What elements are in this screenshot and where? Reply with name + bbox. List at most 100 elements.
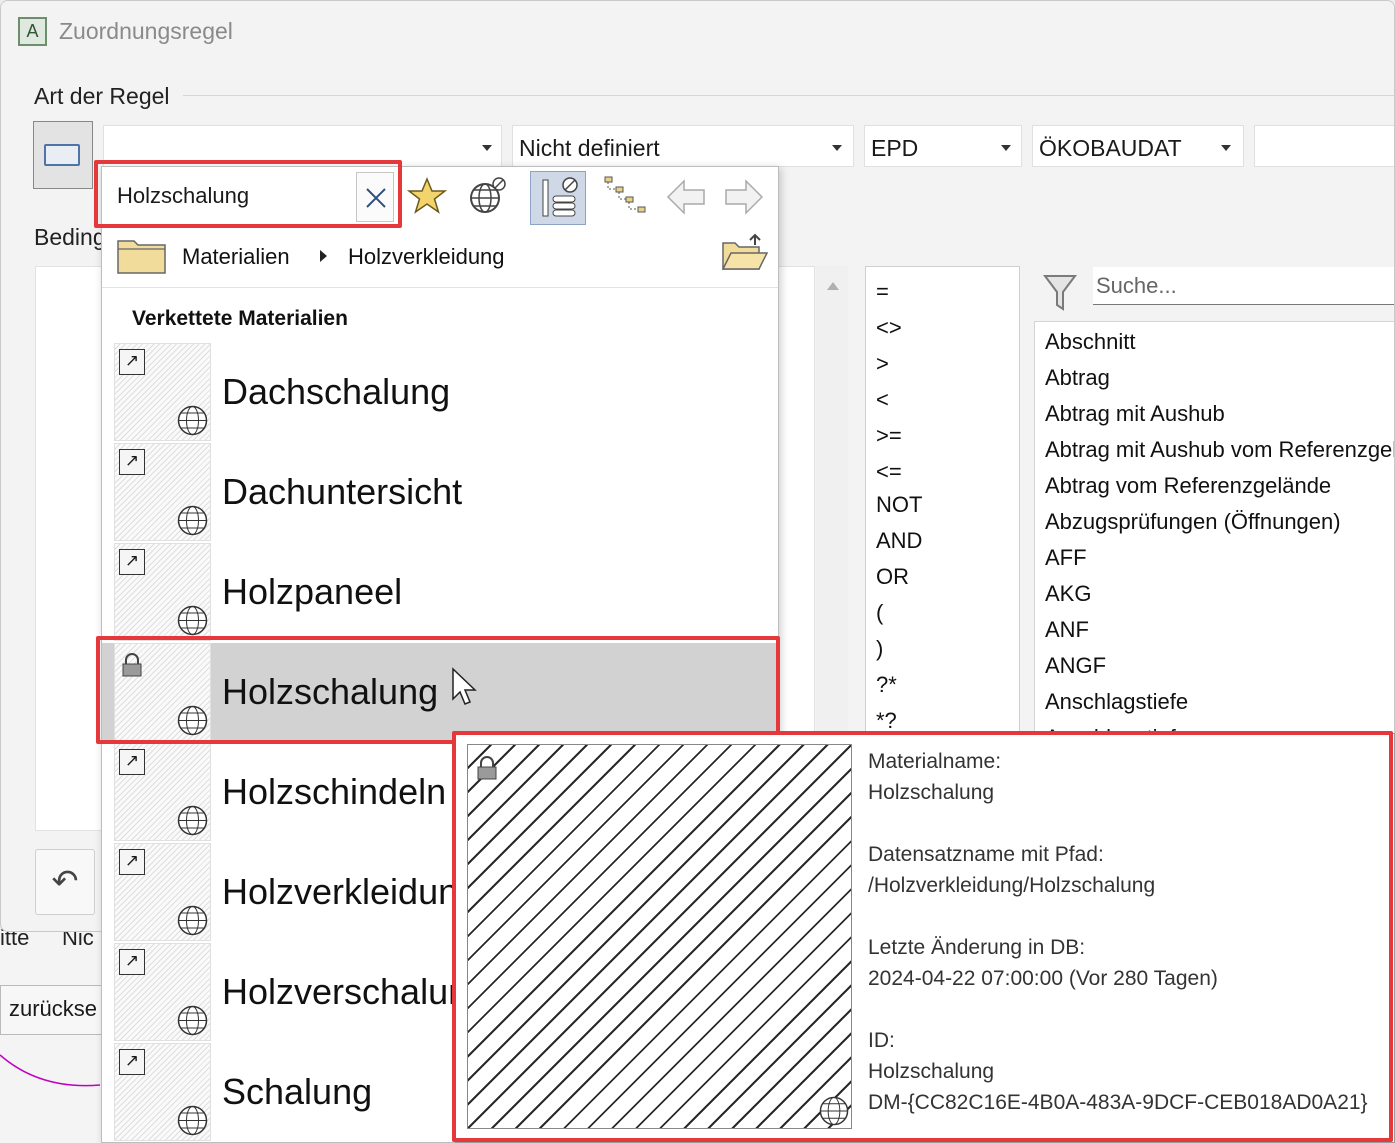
material-thumbnail: ↗ [114,743,211,841]
selection-highlight-frame [96,636,780,744]
material-name: Holzverkleidung [222,871,479,912]
attribute-item[interactable]: Abtrag [1045,365,1110,391]
attribute-search-input[interactable]: Suche... [1093,267,1394,305]
globe-icon [177,905,208,936]
conditions-group-label: Beding [34,224,106,250]
linked-materials-header: Verkettete Materialien [132,307,348,330]
link-shortcut-icon: ↗ [119,749,145,775]
operator-item[interactable]: ?* [876,672,897,698]
operator-item[interactable]: OR [876,564,909,590]
attribute-item[interactable]: Abtrag mit Aushub [1045,401,1225,427]
breadcrumb-wood-cladding[interactable]: Holzverkleidung [348,244,505,270]
globe-icon [177,1105,208,1136]
link-shortcut-icon: ↗ [119,949,145,975]
attribute-item[interactable]: ANGF [1045,653,1106,679]
material-name: Dachuntersicht [222,471,463,512]
link-shortcut-icon: ↗ [119,349,145,375]
title-bar: A Zuordnungsregel [1,1,1394,61]
operator-item[interactable]: < [876,387,889,413]
operator-item[interactable]: <= [876,459,902,485]
operator-item[interactable]: >= [876,423,902,449]
operator-item[interactable]: ( [876,600,883,626]
attribute-item[interactable]: ANF [1045,617,1089,643]
rule-type-button[interactable] [33,121,93,189]
chevron-down-icon [1221,145,1231,151]
operator-item[interactable]: <> [876,315,902,341]
operator-item[interactable]: ) [876,636,883,662]
rule-combo-4-value: ÖKOBAUDAT [1039,135,1182,161]
attribute-item[interactable]: Abzugsprüfungen (Öffnungen) [1045,509,1341,535]
material-name: Schalung [222,1071,373,1112]
material-name: Dachschalung [222,371,451,412]
filter-icon[interactable] [1043,273,1077,313]
attribute-item[interactable]: Anschlagstiefe [1045,689,1188,715]
material-name: Holzverschalung [222,971,489,1012]
tree-view-icon[interactable] [602,173,652,219]
link-shortcut-icon: ↗ [119,449,145,475]
app-icon: A [18,17,47,46]
rule-type-group-label: Art der Regel [34,83,170,109]
undo-button[interactable]: ↶ [35,849,95,915]
rule-combo-2-value: Nicht definiert [519,135,660,161]
link-shortcut-icon: ↗ [119,1049,145,1075]
rectangle-icon [44,144,80,166]
favorites-star-icon[interactable] [407,176,447,216]
database-filter-icon [542,177,578,217]
chevron-down-icon [832,145,842,151]
back-arrow-icon[interactable] [666,177,706,217]
globe-icon [177,805,208,836]
attribute-item[interactable]: AFF [1045,545,1087,571]
attribute-item[interactable]: Abtrag mit Aushub vom Referenzgelände [1045,437,1394,463]
chevron-down-icon [482,145,492,151]
folder-up-icon[interactable] [721,231,769,273]
material-name: Holzpaneel [222,571,403,612]
search-highlight-frame [94,160,402,228]
operator-item[interactable]: NOT [876,492,922,518]
background-reset-button[interactable]: zurückse [0,985,110,1035]
rule-combo-3-value: EPD [871,135,919,161]
link-shortcut-icon: ↗ [119,849,145,875]
rule-combo-3[interactable]: EPD [864,125,1022,167]
rule-combo-4[interactable]: ÖKOBAUDAT [1032,125,1244,167]
material-thumbnail: ↗ [114,343,211,441]
chevron-down-icon [1001,145,1011,151]
material-item-holzpaneel[interactable]: ↗ Holzpaneel [102,543,778,643]
breadcrumb-separator-icon [320,250,327,262]
material-thumbnail: ↗ [114,843,211,941]
material-item-dachschalung[interactable]: ↗ Dachschalung [102,343,778,443]
filter-database-toggle[interactable] [530,171,586,225]
globe-icon [177,605,208,636]
breadcrumb-materials[interactable]: Materialien [182,244,290,270]
operator-list: = <> > < >= <= NOT AND OR ( ) ?* *? [865,266,1020,736]
tooltip-highlight-frame [452,731,1393,1142]
forward-arrow-icon[interactable] [724,177,764,217]
operator-item[interactable]: AND [876,528,922,554]
globe-icon [177,1005,208,1036]
attribute-item[interactable]: AKG [1045,581,1091,607]
link-shortcut-icon: ↗ [119,549,145,575]
attribute-search-placeholder: Suche... [1096,273,1177,298]
material-name: Holzschindeln [222,771,447,812]
material-thumbnail: ↗ [114,943,211,1041]
attribute-item[interactable]: Abschnitt [1045,329,1136,355]
rule-combo-2[interactable]: Nicht definiert [512,125,854,167]
group-divider [183,95,1394,96]
attribute-list: Abschnitt Abtrag Abtrag mit Aushub Abtra… [1034,321,1394,736]
folder-icon [117,240,166,274]
material-thumbnail: ↗ [114,443,211,541]
material-thumbnail: ↗ [114,1043,211,1141]
material-item-dachuntersicht[interactable]: ↗ Dachuntersicht [102,443,778,543]
operator-item[interactable]: = [876,279,889,305]
rule-combo-5[interactable] [1254,125,1394,167]
globe-icon [177,405,208,436]
globe-icon [177,505,208,536]
conditions-scrollbar[interactable] [816,266,848,736]
scroll-up-arrow-icon[interactable] [827,282,839,290]
popup-divider [102,287,778,288]
operator-item[interactable]: > [876,351,889,377]
window-title: Zuordnungsregel [59,18,233,44]
online-globe-off-icon[interactable] [467,176,507,216]
undo-icon: ↶ [51,863,79,899]
attribute-item[interactable]: Abtrag vom Referenzgelände [1045,473,1331,499]
material-thumbnail: ↗ [114,543,211,641]
